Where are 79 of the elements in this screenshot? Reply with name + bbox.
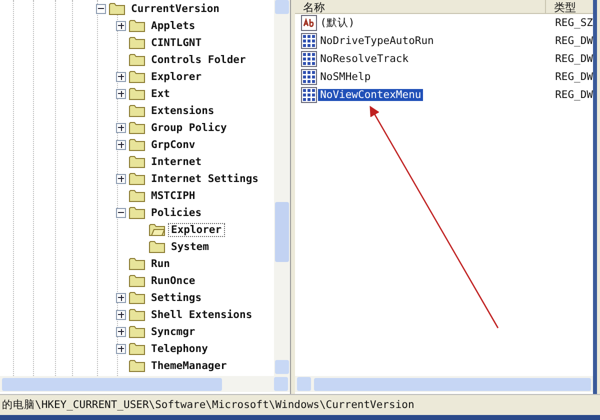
value-name[interactable]: NoDriveTypeAutoRun (318, 35, 436, 47)
value-type: REG_DW (555, 71, 593, 83)
tree-item[interactable]: Extensions (149, 104, 216, 116)
folder-icon (129, 36, 145, 49)
tree-item[interactable]: Ext (149, 88, 172, 100)
expander-icon[interactable] (116, 72, 126, 82)
column-header[interactable]: 类型 (546, 0, 593, 13)
horizontal-scrollbar[interactable] (0, 376, 290, 392)
folder-icon (129, 274, 145, 287)
value-name[interactable]: (默认) (318, 16, 357, 30)
expander-icon[interactable] (116, 326, 126, 336)
tree-item[interactable]: Run (149, 258, 172, 270)
expander-icon[interactable] (116, 20, 126, 30)
folder-icon (129, 19, 145, 32)
tree-item[interactable]: CINTLGNT (149, 36, 204, 48)
tree-item[interactable]: ThemeManager (149, 360, 229, 372)
tree-item[interactable]: System (169, 240, 211, 252)
folder-icon (149, 223, 165, 236)
folder-icon (129, 87, 145, 100)
expander-icon[interactable] (116, 292, 126, 302)
folder-icon (129, 138, 145, 151)
folder-icon (129, 342, 145, 355)
expander-icon[interactable] (116, 140, 126, 150)
tree-item[interactable]: Settings (149, 292, 204, 304)
horizontal-scrollbar[interactable] (295, 376, 593, 392)
tree-item[interactable]: Telephony (149, 342, 210, 354)
string-value-icon (301, 15, 318, 31)
tree-item[interactable]: Syncmgr (149, 326, 198, 338)
folder-icon (109, 2, 125, 15)
vertical-scrollbar[interactable] (274, 0, 290, 376)
folder-icon (129, 189, 145, 202)
tree-item[interactable]: GrpConv (149, 138, 198, 150)
expander-icon[interactable] (116, 174, 126, 184)
scroll-thumb[interactable] (2, 378, 222, 390)
value-name[interactable]: NoSMHelp (318, 71, 373, 83)
folder-icon (129, 70, 145, 83)
value-type: REG_SZ (555, 17, 593, 29)
tree-item[interactable]: Internet (149, 156, 204, 168)
tree-item[interactable]: Policies (149, 206, 204, 218)
tree-item[interactable]: Shell Extensions (149, 308, 254, 320)
folder-icon (129, 155, 145, 168)
value-type: REG_DW (555, 35, 593, 47)
scroll-thumb[interactable] (314, 378, 591, 390)
folder-icon (129, 104, 145, 117)
binary-value-icon (301, 87, 318, 103)
expander-icon[interactable] (116, 344, 126, 354)
binary-value-icon (301, 33, 318, 49)
expander-icon[interactable] (116, 310, 126, 320)
folder-icon (129, 206, 145, 219)
expander-icon[interactable] (116, 88, 126, 98)
tree-item[interactable]: Explorer (149, 70, 204, 82)
value-name[interactable]: NoResolveTrack (318, 53, 411, 65)
folder-icon (129, 359, 145, 372)
scroll-thumb[interactable] (275, 202, 290, 262)
folder-icon (129, 308, 145, 321)
folder-icon (129, 325, 145, 338)
binary-value-icon (301, 69, 318, 85)
value-type: REG_DW (555, 53, 593, 65)
expander-icon[interactable] (116, 208, 126, 218)
value-type: REG_DW (555, 89, 593, 101)
tree-item[interactable]: Group Policy (149, 122, 229, 134)
tree-item[interactable]: MSTCIPH (149, 190, 198, 202)
tree-item[interactable]: CurrentVersion (129, 2, 222, 14)
expander-icon[interactable] (116, 122, 126, 132)
folder-icon (129, 121, 145, 134)
tree-item[interactable]: Internet Settings (149, 172, 260, 184)
tree-item[interactable]: Applets (149, 20, 198, 32)
tree-item[interactable]: Explorer (169, 224, 224, 236)
value-name[interactable]: NoViewContexMenu (318, 89, 424, 101)
folder-icon (129, 291, 145, 304)
tree-item[interactable]: RunOnce (149, 274, 198, 286)
folder-icon (129, 257, 145, 270)
expander-icon[interactable] (96, 4, 106, 14)
tree-item[interactable]: Controls Folder (149, 54, 248, 66)
folder-icon (149, 240, 165, 253)
folder-icon (129, 172, 145, 185)
folder-icon (129, 53, 145, 66)
binary-value-icon (301, 51, 318, 67)
column-header[interactable]: 名称 (295, 0, 546, 13)
